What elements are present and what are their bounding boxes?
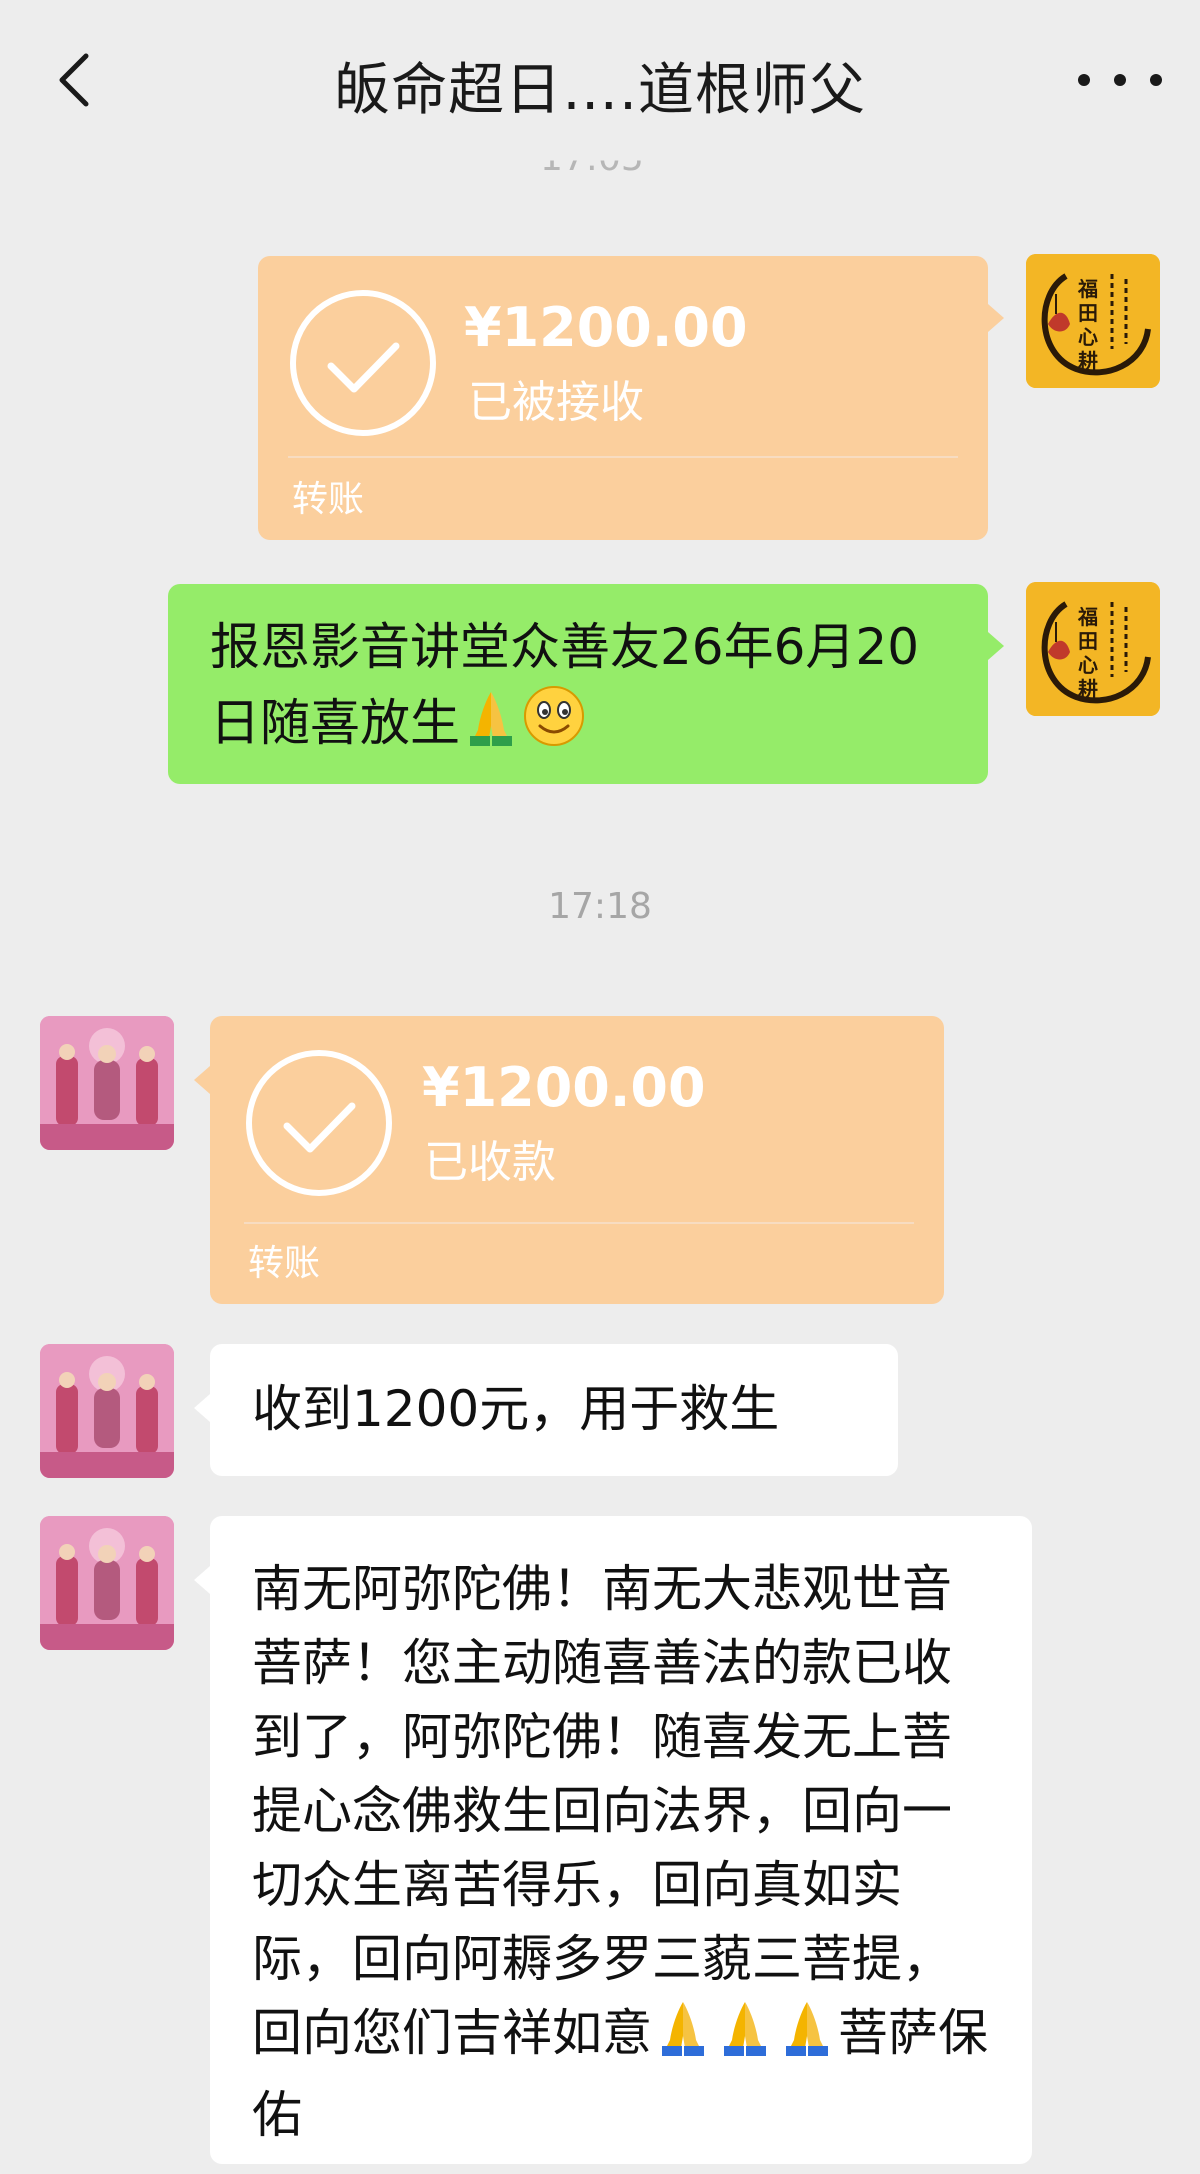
- transfer-status: 已被接收: [468, 377, 644, 428]
- bubble-tail: [194, 1566, 210, 1594]
- avatar[interactable]: 福 田 心 耕: [1026, 254, 1160, 388]
- divider: [244, 1222, 914, 1224]
- message-text-content: 南无阿弥陀佛！南无大悲观世音菩萨！您主动随喜善法的款已收到了，阿弥陀佛！随喜发无…: [252, 1560, 952, 2062]
- check-circle-icon: [246, 1050, 392, 1196]
- praying-hands-icon: [652, 1996, 714, 2078]
- avatar[interactable]: [40, 1016, 174, 1150]
- buddha-image-avatar: [40, 1016, 174, 1150]
- chat-title: 皈命超日….道根师父: [334, 58, 866, 123]
- text-sent-bubble[interactable]: 报恩影音讲堂众善友26年6月20日随喜放生: [168, 584, 1004, 784]
- praying-hands-icon: [714, 1996, 776, 2078]
- smiley-face-icon: [522, 684, 586, 768]
- chat-header: 皈命超日….道根师父: [0, 0, 1200, 165]
- bubble-tail: [988, 632, 1004, 660]
- svg-text:耕: 耕: [1078, 349, 1098, 373]
- transfer-amount: ¥1200.00: [464, 296, 748, 359]
- transfer-label: 转账: [292, 479, 365, 520]
- bubble-tail: [988, 304, 1004, 332]
- svg-text:福: 福: [1077, 605, 1098, 629]
- svg-text:福: 福: [1077, 277, 1098, 301]
- message-text: 南无阿弥陀佛！南无大悲观世音菩萨！您主动随喜善法的款已收到了，阿弥陀佛！随喜发无…: [252, 1552, 992, 2152]
- message-timestamp: 17:18: [548, 886, 652, 927]
- buddha-image-avatar: [40, 1516, 174, 1650]
- svg-text:田: 田: [1078, 629, 1098, 653]
- transfer-received-bubble[interactable]: ¥1200.00 已收款 转账: [194, 1016, 944, 1304]
- avatar[interactable]: [40, 1344, 174, 1478]
- svg-text:耕: 耕: [1078, 677, 1098, 701]
- divider: [288, 456, 958, 458]
- more-horizontal-icon[interactable]: [1070, 55, 1170, 105]
- transfer-amount: ¥1200.00: [422, 1056, 706, 1119]
- avatar[interactable]: [40, 1516, 174, 1650]
- praying-hands-icon: [460, 686, 522, 768]
- svg-text:心: 心: [1078, 653, 1098, 677]
- svg-text:田: 田: [1078, 301, 1098, 325]
- message-text: 收到1200元，用于救生: [252, 1380, 780, 1438]
- transfer-status: 已收款: [424, 1137, 556, 1188]
- praying-hands-icon: [776, 1996, 838, 2078]
- transfer-sent-bubble[interactable]: ¥1200.00 已被接收 转账: [258, 256, 1004, 540]
- bubble-tail: [194, 1394, 210, 1422]
- check-circle-icon: [290, 290, 436, 436]
- lotus-calligraphy-avatar: 福 田 心 耕: [1026, 254, 1160, 388]
- buddha-image-avatar: [40, 1344, 174, 1478]
- lotus-calligraphy-avatar: 福 田 心 耕: [1026, 582, 1160, 716]
- transfer-label: 转账: [248, 1243, 321, 1284]
- avatar[interactable]: 福 田 心 耕: [1026, 582, 1160, 716]
- text-received-bubble[interactable]: 南无阿弥陀佛！南无大悲观世音菩萨！您主动随喜善法的款已收到了，阿弥陀佛！随喜发无…: [194, 1516, 1032, 2164]
- svg-text:心: 心: [1078, 325, 1098, 349]
- bubble-tail: [194, 1066, 210, 1094]
- text-received-bubble[interactable]: 收到1200元，用于救生: [194, 1344, 898, 1476]
- message-text: 报恩影音讲堂众善友26年6月20日随喜放生: [210, 610, 948, 768]
